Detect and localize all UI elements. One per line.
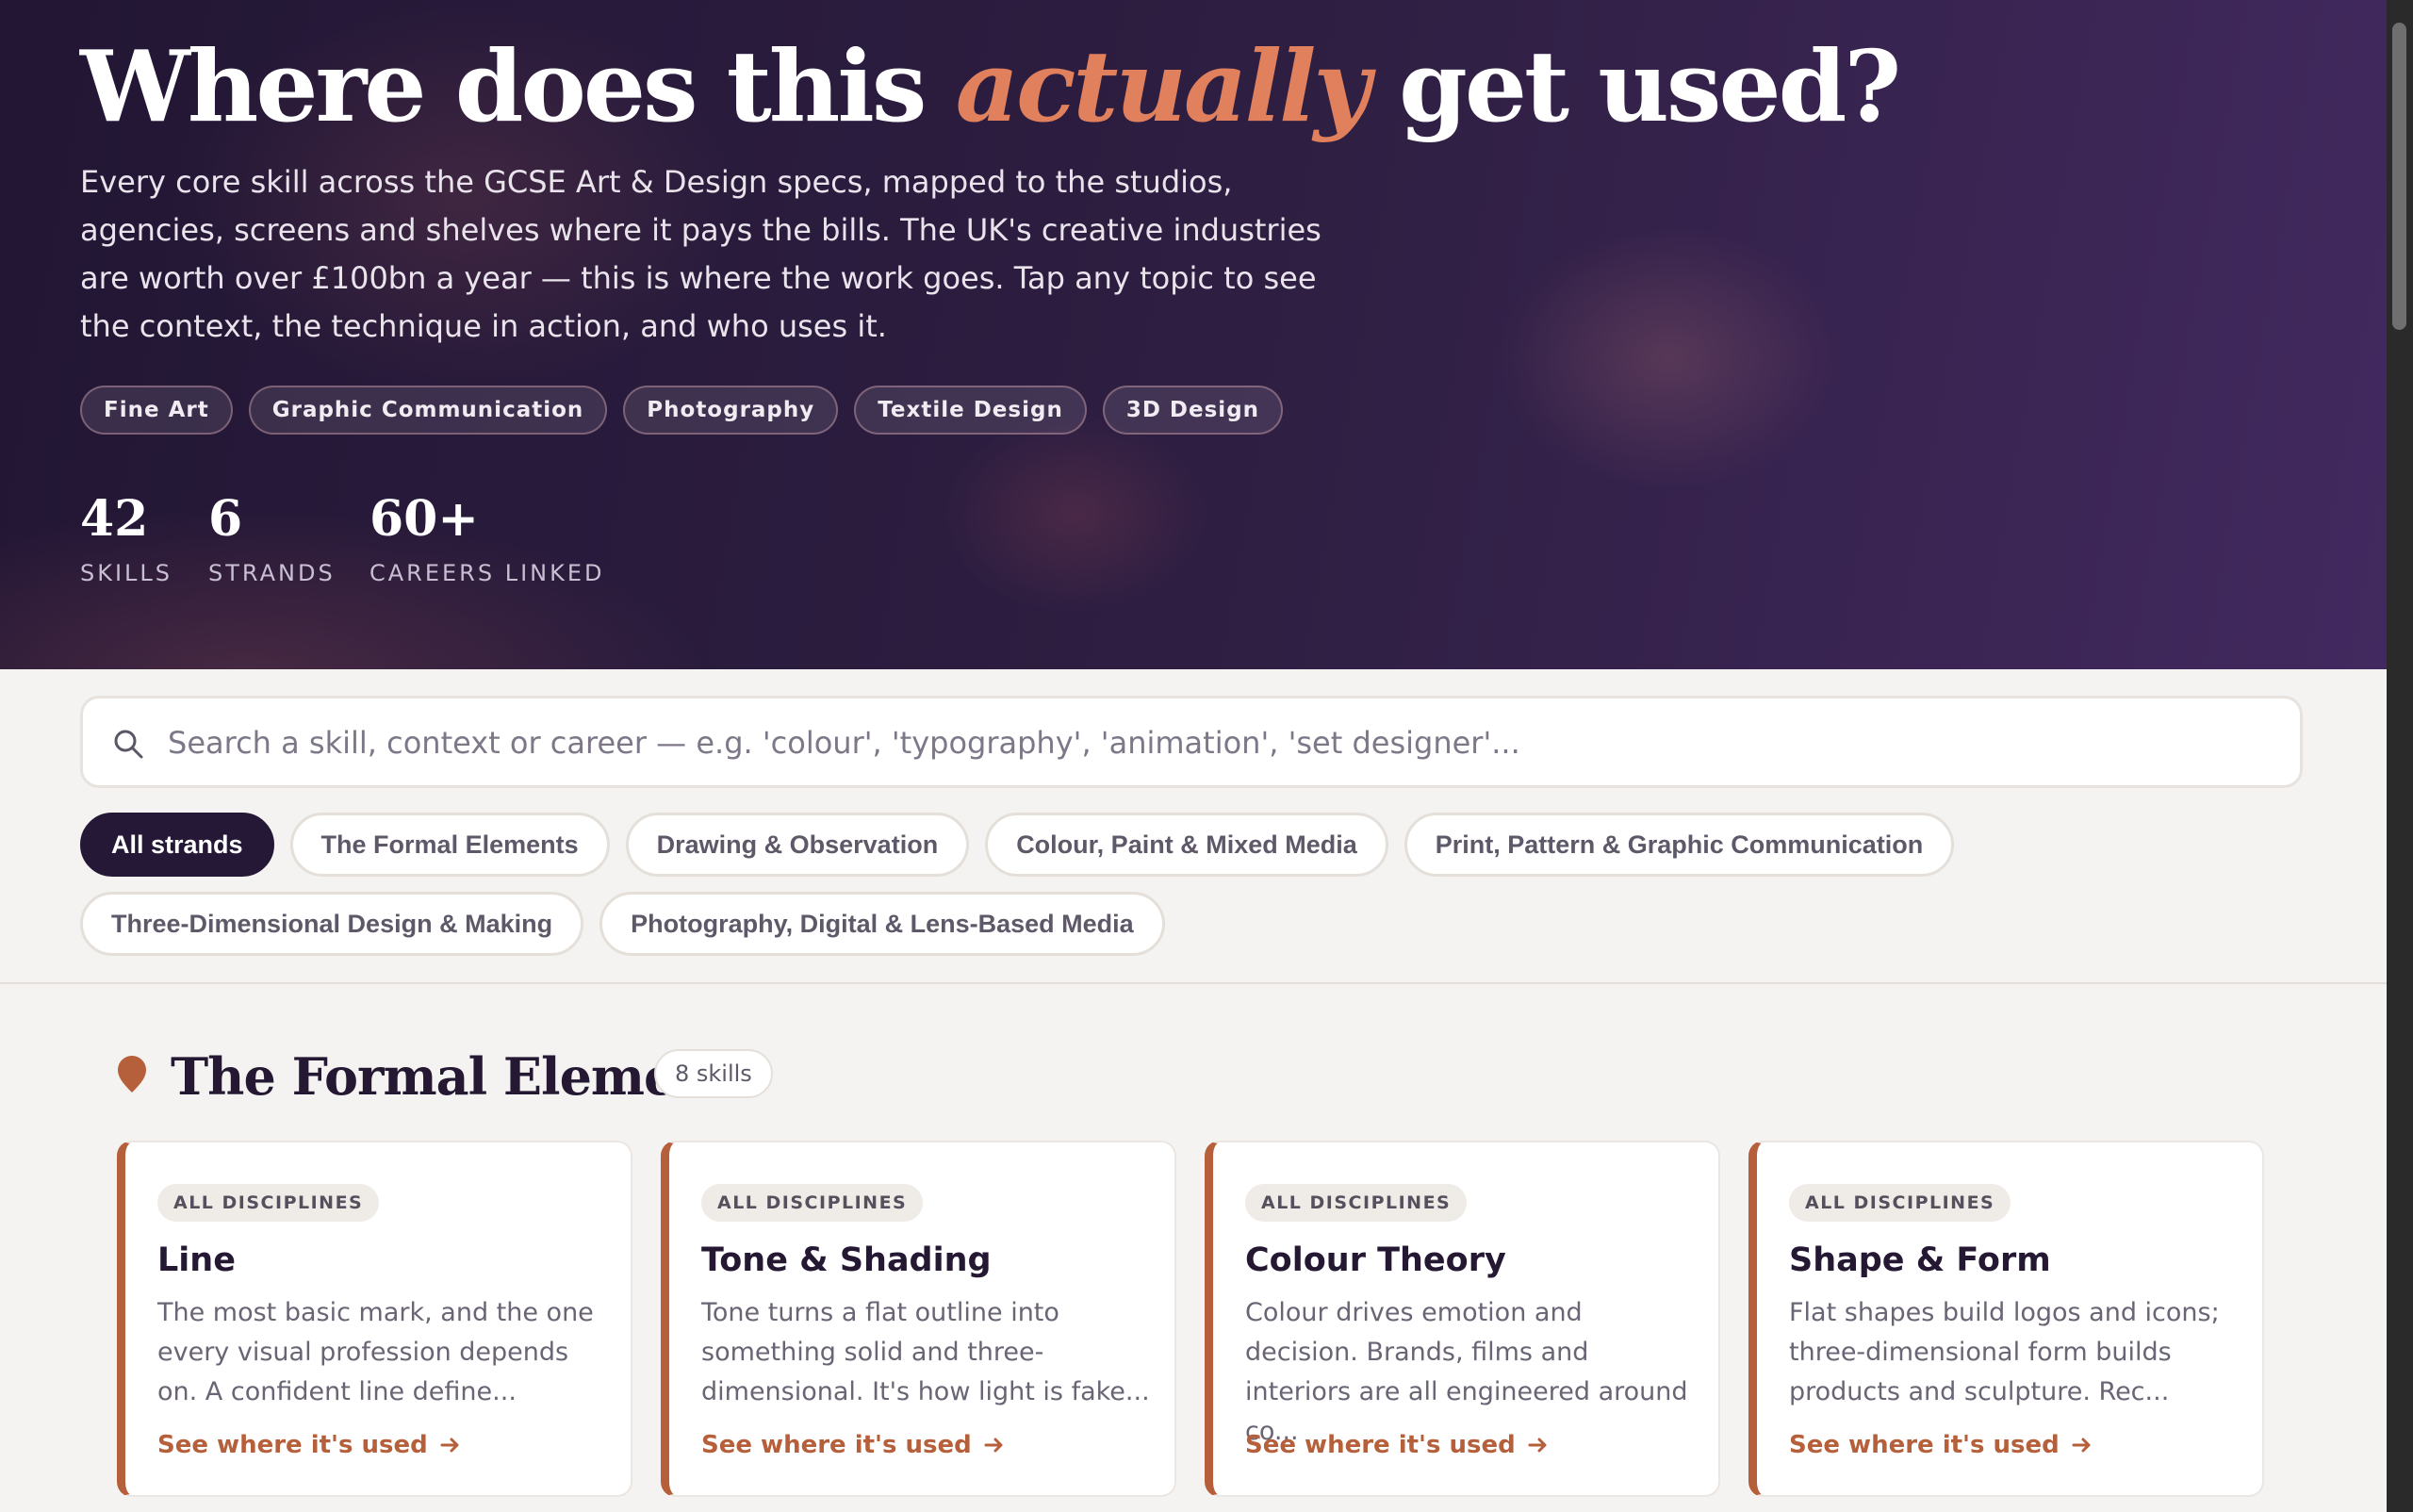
search-icon bbox=[114, 730, 143, 759]
filter-all-strands[interactable]: All strands bbox=[80, 813, 274, 877]
discipline-tag: ALL DISCIPLINES bbox=[1789, 1184, 2011, 1222]
stat-label: STRANDS bbox=[208, 560, 336, 586]
discipline-tag: ALL DISCIPLINES bbox=[701, 1184, 924, 1222]
title-part-2: get used? bbox=[1367, 28, 1901, 144]
discipline-pill-fine-art: Fine Art bbox=[80, 386, 233, 435]
discipline-tag: ALL DISCIPLINES bbox=[1245, 1184, 1468, 1222]
skill-count-badge: 8 skills bbox=[654, 1049, 773, 1098]
arrow-right-icon bbox=[1528, 1438, 1547, 1453]
strand-filters: All strands The Formal Elements Drawing … bbox=[80, 813, 2248, 956]
filter-print-pattern-graphic[interactable]: Print, Pattern & Graphic Communication bbox=[1403, 813, 1955, 877]
filter-photography-digital[interactable]: Photography, Digital & Lens-Based Media bbox=[599, 892, 1165, 956]
hero-description: Every core skill across the GCSE Art & D… bbox=[80, 164, 1321, 344]
stat-value: 6 bbox=[208, 490, 243, 548]
skill-card-tone-shading[interactable]: ALL DISCIPLINES Tone & Shading Tone turn… bbox=[661, 1141, 1176, 1497]
stat-skills: 42 SKILLS bbox=[80, 486, 172, 586]
title-part-1: Where does this bbox=[80, 28, 956, 144]
page-scrollbar[interactable] bbox=[2387, 0, 2413, 1512]
skill-card-line[interactable]: ALL DISCIPLINES Line The most basic mark… bbox=[117, 1141, 632, 1497]
stat-value: 60+ bbox=[369, 490, 479, 548]
discipline-pill-3d-design: 3D Design bbox=[1102, 386, 1284, 435]
search-bar[interactable] bbox=[80, 696, 2303, 788]
discipline-pill-textile-design: Textile Design bbox=[854, 386, 1087, 435]
page-title: Where does this actually get used? bbox=[80, 21, 1901, 153]
filter-formal-elements[interactable]: The Formal Elements bbox=[289, 813, 610, 877]
arrow-right-icon bbox=[440, 1438, 459, 1453]
link-label: See where it's used bbox=[701, 1431, 972, 1459]
hero-banner: Where does this actually get used? Every… bbox=[0, 0, 2387, 669]
card-description: The most basic mark, and the one every v… bbox=[157, 1298, 594, 1406]
card-title: Line bbox=[157, 1241, 236, 1279]
skill-card-shape-form[interactable]: ALL DISCIPLINES Shape & Form Flat shapes… bbox=[1748, 1141, 2264, 1497]
see-where-used-link[interactable]: See where it's used bbox=[701, 1431, 1006, 1459]
discipline-pill-photography: Photography bbox=[623, 386, 839, 435]
stat-value: 42 bbox=[80, 490, 149, 548]
title-accent: actually bbox=[955, 28, 1371, 144]
stat-strands: 6 STRANDS bbox=[208, 486, 336, 586]
discipline-pills: Fine Art Graphic Communication Photograp… bbox=[80, 386, 1284, 435]
card-description: Flat shapes build logos and icons; three… bbox=[1789, 1298, 2220, 1406]
see-where-used-link[interactable]: See where it's used bbox=[1245, 1431, 1550, 1459]
arrow-right-icon bbox=[2072, 1438, 2091, 1453]
card-title: Shape & Form bbox=[1789, 1241, 2051, 1279]
arrow-right-icon bbox=[984, 1438, 1003, 1453]
filter-colour-paint-mixed-media[interactable]: Colour, Paint & Mixed Media bbox=[985, 813, 1388, 877]
filter-drawing-observation[interactable]: Drawing & Observation bbox=[625, 813, 970, 877]
see-where-used-link[interactable]: See where it's used bbox=[157, 1431, 462, 1459]
section-divider bbox=[0, 982, 2387, 984]
card-description: Tone turns a flat outline into something… bbox=[701, 1298, 1150, 1406]
see-where-used-link[interactable]: See where it's used bbox=[1789, 1431, 2093, 1459]
link-label: See where it's used bbox=[1245, 1431, 1516, 1459]
search-input[interactable] bbox=[166, 710, 2281, 776]
card-title: Colour Theory bbox=[1245, 1241, 1506, 1279]
link-label: See where it's used bbox=[1789, 1431, 2060, 1459]
discipline-tag: ALL DISCIPLINES bbox=[157, 1184, 380, 1222]
link-label: See where it's used bbox=[157, 1431, 428, 1459]
card-description: Colour drives emotion and decision. Bran… bbox=[1245, 1298, 1688, 1446]
strand-marker-icon bbox=[118, 1056, 146, 1093]
scrollbar-thumb[interactable] bbox=[2392, 23, 2406, 330]
filter-3d-design-making[interactable]: Three-Dimensional Design & Making bbox=[80, 892, 584, 956]
discipline-pill-graphic-communication: Graphic Communication bbox=[248, 386, 608, 435]
stat-label: CAREERS LINKED bbox=[369, 560, 605, 586]
skill-card-colour-theory[interactable]: ALL DISCIPLINES Colour Theory Colour dri… bbox=[1205, 1141, 1720, 1497]
card-title: Tone & Shading bbox=[701, 1241, 992, 1279]
stat-careers: 60+ CAREERS LINKED bbox=[369, 486, 605, 586]
stat-label: SKILLS bbox=[80, 560, 173, 586]
